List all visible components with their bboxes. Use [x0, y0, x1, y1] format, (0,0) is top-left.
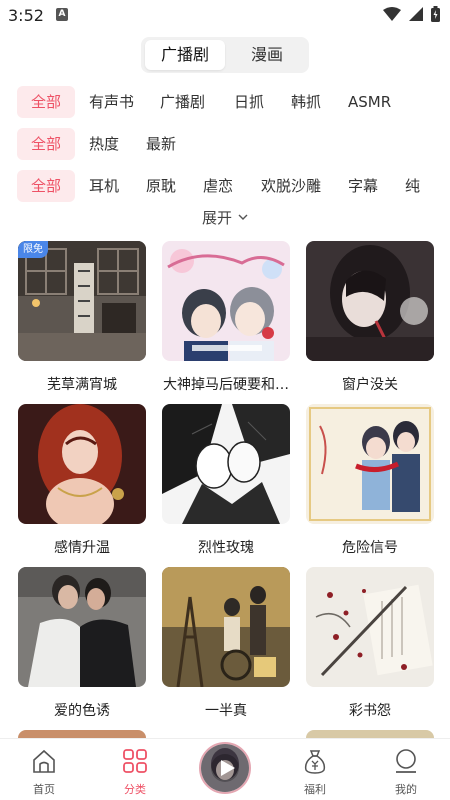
drama-title: 爱的色诱: [54, 703, 110, 719]
filter-type-asmr[interactable]: ASMR: [348, 86, 391, 118]
nav-profile-label: 我的: [395, 783, 417, 796]
filter-row-tags: 全部 耳机 原耽 虐恋 欢脱沙雕 字幕 纯: [17, 170, 450, 202]
filter-type-radio-drama[interactable]: 广播剧: [160, 86, 205, 118]
nav-category-label: 分类: [124, 783, 146, 796]
stage-ruins-cover: [162, 567, 290, 687]
filter-sort-popular[interactable]: 热度: [89, 128, 119, 160]
filter-type-audiobook[interactable]: 有声书: [89, 86, 134, 118]
chevron-down-icon: [238, 214, 248, 220]
drama-title: 感情升温: [54, 540, 110, 556]
tab-comics[interactable]: 漫画: [229, 40, 305, 70]
expand-filters-button[interactable]: 展开: [202, 207, 248, 228]
drama-card-partial: [18, 730, 146, 738]
drama-title: 窗户没关: [342, 377, 398, 393]
drama-title: 一半真: [205, 703, 247, 719]
expand-label: 展开: [202, 209, 233, 227]
status-indicators: [383, 6, 440, 22]
status-bar: 3:52 A: [0, 0, 450, 30]
two-boys-anime-cover: [162, 241, 290, 361]
filter-tag-subtitles[interactable]: 字幕: [348, 170, 378, 202]
nav-home-label: 首页: [33, 783, 55, 796]
drama-title: 彩书怨: [349, 703, 391, 719]
filter-type-korean[interactable]: 韩抓: [291, 86, 321, 118]
filter-sort-all[interactable]: 全部: [17, 128, 75, 160]
filter-tag-pure[interactable]: 纯: [405, 170, 420, 202]
filter-sort-newest[interactable]: 最新: [146, 128, 176, 160]
nav-home[interactable]: 首页: [9, 739, 79, 800]
dark-portrait-cover: [306, 241, 434, 361]
drama-card-partial: [306, 730, 434, 738]
filter-row-type: 全部 有声书 广播剧 日抓 韩抓 ASMR: [17, 86, 450, 118]
signal-icon: [409, 7, 423, 21]
filter-type-japanese[interactable]: 日抓: [234, 86, 264, 118]
wifi-icon: [383, 7, 401, 21]
drama-title: 大神掉马后硬要和…: [163, 377, 289, 393]
filter-tag-headphones[interactable]: 耳机: [89, 170, 119, 202]
sword-flowers-cover: [306, 567, 434, 687]
free-badge: 限免: [18, 241, 48, 258]
two-men-embrace-cover: [18, 567, 146, 687]
money-bag-icon: [304, 750, 326, 774]
drama-title: 芜草满宵城: [47, 377, 117, 393]
home-icon: [33, 749, 55, 773]
content-type-toggle: 广播剧 漫画: [141, 37, 309, 73]
classical-room-cover: 限免: [18, 241, 146, 361]
filter-tag-all[interactable]: 全部: [17, 170, 75, 202]
manga-sketch-cover: [162, 404, 290, 524]
notification-app-icon: A: [56, 8, 68, 21]
nav-welfare[interactable]: 福利: [280, 739, 350, 800]
category-grid-icon: [123, 749, 147, 773]
filter-tag-original-bl[interactable]: 原耽: [146, 170, 176, 202]
couple-red-scarf-cover: [306, 404, 434, 524]
filter-tag-angst[interactable]: 虐恋: [203, 170, 233, 202]
drama-title: 危险信号: [342, 540, 398, 556]
profile-icon: [396, 749, 416, 773]
filter-row-sort: 全部 热度 最新: [17, 128, 450, 160]
nav-profile[interactable]: 我的: [371, 739, 441, 800]
partial-cover: [306, 730, 434, 738]
now-playing-button[interactable]: [199, 742, 251, 794]
tab-radio-drama[interactable]: 广播剧: [145, 40, 225, 70]
drama-title: 烈性玫瑰: [198, 540, 254, 556]
filter-tag-comedy[interactable]: 欢脱沙雕: [261, 170, 321, 202]
battery-icon: [431, 6, 440, 22]
status-time: 3:52: [8, 6, 44, 25]
play-icon: [221, 760, 235, 776]
partial-cover: [18, 730, 146, 738]
nav-category[interactable]: 分类: [100, 739, 170, 800]
nav-welfare-label: 福利: [304, 783, 326, 796]
red-hair-girl-cover: [18, 404, 146, 524]
filter-type-all[interactable]: 全部: [17, 86, 75, 118]
